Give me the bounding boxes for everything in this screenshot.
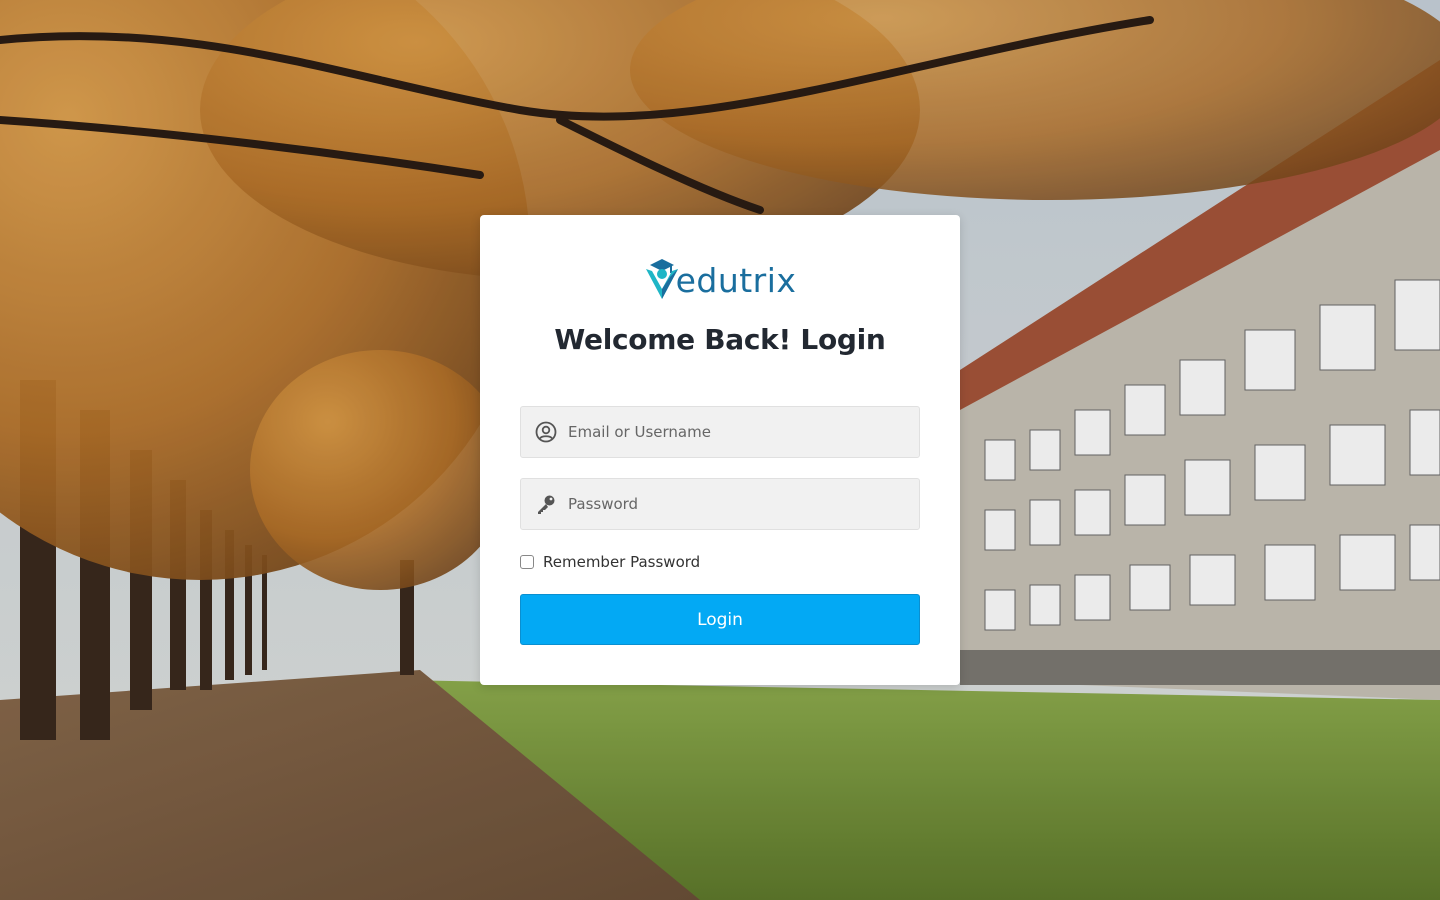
login-card: edutrix Welcome Back! Login Remember Pas… [480, 215, 960, 685]
password-input[interactable] [568, 479, 908, 529]
brand-name: edutrix [675, 260, 797, 300]
password-field[interactable] [520, 478, 920, 530]
remember-label[interactable]: Remember Password [543, 553, 700, 571]
page-title: Welcome Back! Login [554, 323, 886, 356]
login-button[interactable]: Login [520, 594, 920, 645]
email-input[interactable] [568, 407, 908, 457]
remember-password[interactable]: Remember Password [520, 552, 700, 572]
email-field[interactable] [520, 406, 920, 458]
remember-checkbox[interactable] [520, 555, 534, 569]
graduate-cap-logo-icon [645, 259, 678, 299]
key-icon [538, 495, 555, 514]
brand-logo: edutrix [480, 255, 960, 305]
user-circle-icon [535, 421, 557, 443]
